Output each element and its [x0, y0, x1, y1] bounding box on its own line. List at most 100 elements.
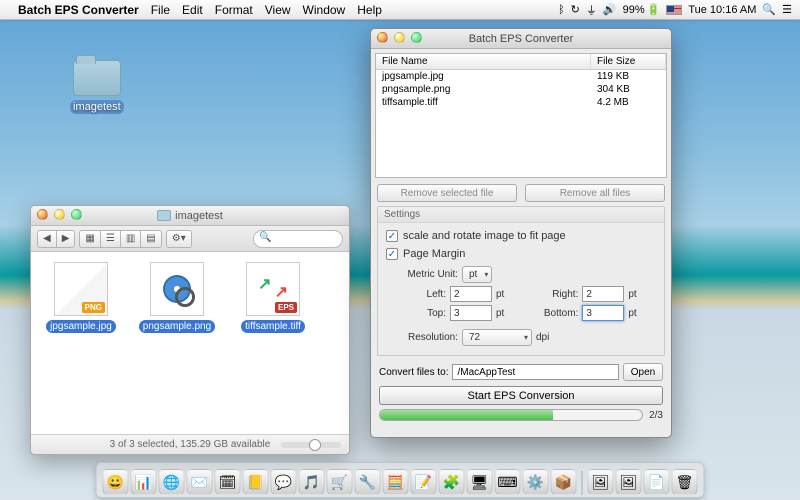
dock-terminal-icon[interactable]: ⌨	[495, 469, 521, 495]
close-button[interactable]	[37, 209, 48, 220]
icon-size-slider[interactable]	[281, 442, 341, 448]
file-label: pngsample.png	[139, 320, 215, 333]
finder-titlebar[interactable]: imagetest	[31, 206, 349, 226]
dock-finder-icon[interactable]: 😀	[103, 469, 129, 495]
dock-settings-icon[interactable]: ⚙️	[523, 469, 549, 495]
bottom-input[interactable]: 3	[582, 305, 624, 321]
volume-icon[interactable]: 🔊	[603, 3, 617, 16]
col-filename[interactable]: File Name	[376, 54, 591, 69]
file-item[interactable]: pngsample.png	[137, 262, 217, 333]
menubar-app-name[interactable]: Batch EPS Converter	[18, 3, 139, 17]
dock-mail-icon[interactable]: ✉️	[187, 469, 213, 495]
page-margin-checkbox[interactable]: ✓	[386, 248, 398, 260]
menu-edit[interactable]: Edit	[182, 3, 203, 17]
finder-traffic-lights	[37, 209, 82, 220]
top-input[interactable]: 3	[450, 305, 492, 321]
action-menu-button[interactable]: ⚙▾	[166, 230, 192, 248]
finder-toolbar: ◀ ▶ ▦ ☰ ▥ ▤ ⚙▾	[31, 226, 349, 252]
dock-minimized-icon[interactable]: 🖼	[588, 469, 614, 495]
dock-appstore-icon[interactable]: 🛒	[327, 469, 353, 495]
dock-doc-icon[interactable]: 📄	[644, 469, 670, 495]
resolution-select[interactable]: 72	[462, 329, 532, 346]
menu-window[interactable]: Window	[303, 3, 346, 17]
dock-app-icon[interactable]: 🧩	[439, 469, 465, 495]
dock-notes-icon[interactable]: 📒	[243, 469, 269, 495]
menubar-clock[interactable]: Tue 10:16 AM	[688, 4, 756, 16]
table-body: jpgsample.jpg 119 KB pngsample.png 304 K…	[376, 70, 666, 177]
menu-view[interactable]: View	[265, 3, 291, 17]
input-flag-icon[interactable]	[666, 5, 682, 15]
settings-panel: Settings ✓ scale and rotate image to fit…	[377, 206, 665, 356]
dock-app-icon[interactable]: 🧮	[383, 469, 409, 495]
search-input[interactable]	[253, 230, 343, 248]
settings-title: Settings	[378, 207, 664, 223]
left-input[interactable]: 2	[450, 286, 492, 302]
list-view-button[interactable]: ☰	[100, 230, 120, 248]
metric-unit-label: Metric Unit:	[400, 269, 458, 280]
remove-all-button[interactable]: Remove all files	[525, 184, 665, 202]
dock-minimized-icon[interactable]: 🖼	[616, 469, 642, 495]
dock-calendar-icon[interactable]: 🗓	[215, 469, 241, 495]
menu-format[interactable]: Format	[215, 3, 253, 17]
finder-window: imagetest ◀ ▶ ▦ ☰ ▥ ▤ ⚙▾ PNG jpgsample.j…	[30, 205, 350, 455]
dock-safari-icon[interactable]: 🌐	[159, 469, 185, 495]
right-input[interactable]: 2	[582, 286, 624, 302]
desktop-folder-label: imagetest	[70, 100, 124, 114]
table-row[interactable]: pngsample.png 304 KB	[376, 83, 666, 96]
right-label: Right:	[532, 289, 578, 300]
menu-help[interactable]: Help	[357, 3, 382, 17]
close-button[interactable]	[377, 32, 388, 43]
file-item[interactable]: PNG jpgsample.jpg	[41, 262, 121, 333]
table-header: File Name File Size	[376, 54, 666, 70]
dock-itunes-icon[interactable]: 🎵	[299, 469, 325, 495]
forward-button[interactable]: ▶	[56, 230, 76, 248]
battery-status[interactable]: 99% 🔋	[623, 3, 661, 16]
dock-messages-icon[interactable]: 💬	[271, 469, 297, 495]
scale-rotate-checkbox[interactable]: ✓	[386, 230, 398, 242]
minimize-button[interactable]	[54, 209, 65, 220]
dock-app-icon[interactable]: 📦	[551, 469, 577, 495]
spotlight-icon[interactable]: 🔍	[762, 3, 776, 16]
finder-status-text: 3 of 3 selected, 135.29 GB available	[110, 439, 271, 450]
folder-icon	[73, 60, 121, 96]
zoom-button[interactable]	[71, 209, 82, 220]
nav-back-forward: ◀ ▶	[37, 230, 75, 248]
bottom-label: Bottom:	[532, 308, 578, 319]
column-view-button[interactable]: ▥	[120, 230, 140, 248]
remove-selected-button[interactable]: Remove selected file	[377, 184, 517, 202]
progress-text: 2/3	[649, 410, 663, 421]
dock-trash-icon[interactable]: 🗑	[672, 469, 698, 495]
file-thumb-icon: EPS	[246, 262, 300, 316]
coverflow-view-button[interactable]: ▤	[140, 230, 161, 248]
start-conversion-button[interactable]: Start EPS Conversion	[379, 386, 663, 405]
menu-file[interactable]: File	[151, 3, 170, 17]
dock-launchpad-icon[interactable]: 📊	[131, 469, 157, 495]
timemachine-icon[interactable]: ↻	[571, 3, 580, 16]
scale-rotate-label: scale and rotate image to fit page	[403, 230, 566, 242]
progress-bar	[379, 409, 643, 421]
output-path-field[interactable]: /MacAppTest	[452, 364, 619, 380]
dock-utility-icon[interactable]: 🔧	[355, 469, 381, 495]
metric-unit-select[interactable]: pt	[462, 266, 492, 283]
icon-view-button[interactable]: ▦	[79, 230, 99, 248]
file-item[interactable]: EPS tiffsample.tiff	[233, 262, 313, 333]
zoom-button[interactable]	[411, 32, 422, 43]
table-row[interactable]: jpgsample.jpg 119 KB	[376, 70, 666, 83]
desktop-folder[interactable]: imagetest	[70, 60, 124, 114]
wifi-icon[interactable]: ⏚	[586, 2, 597, 18]
table-row[interactable]: tiffsample.tiff 4.2 MB	[376, 96, 666, 109]
minimize-button[interactable]	[394, 32, 405, 43]
dock-separator	[582, 471, 583, 495]
app-titlebar[interactable]: Batch EPS Converter	[371, 29, 671, 49]
open-button[interactable]: Open	[623, 363, 663, 381]
file-thumb-icon: PNG	[54, 262, 108, 316]
dock-app-icon[interactable]: 🖥	[467, 469, 493, 495]
notification-icon[interactable]: ☰	[782, 3, 792, 16]
dock-textedit-icon[interactable]: 📝	[411, 469, 437, 495]
view-switcher: ▦ ☰ ▥ ▤	[79, 230, 161, 248]
bluetooth-icon[interactable]: ᛒ	[558, 4, 565, 16]
top-label: Top:	[400, 308, 446, 319]
app-traffic-lights	[377, 32, 422, 43]
col-filesize[interactable]: File Size	[591, 54, 666, 69]
back-button[interactable]: ◀	[37, 230, 56, 248]
